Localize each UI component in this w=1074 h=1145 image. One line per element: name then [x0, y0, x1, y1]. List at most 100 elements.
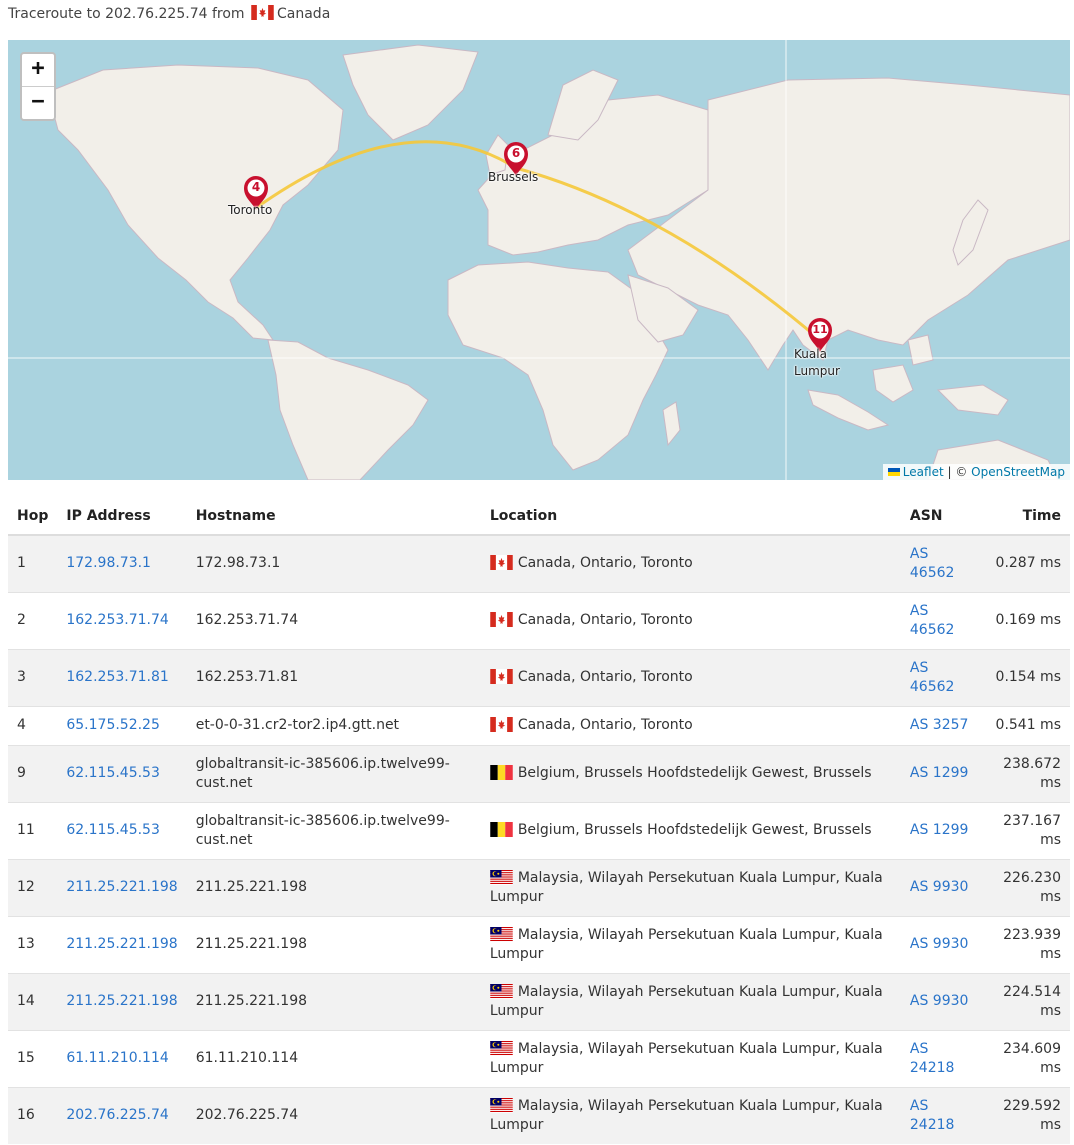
hostname: 211.25.221.198 — [186, 915, 481, 973]
belgium-flag-icon — [490, 822, 513, 837]
asn-link[interactable]: AS 24218 — [910, 1041, 955, 1076]
hop-time: 237.167 ms — [978, 801, 1070, 859]
asn-link[interactable]: AS 24218 — [910, 1098, 955, 1133]
table-row: 4 65.175.52.25 et-0-0-31.cr2-tor2.ip4.gtt.… — [8, 705, 1070, 745]
hop-number: 9 — [8, 744, 58, 802]
leaflet-link[interactable]: Leaflet — [903, 465, 944, 479]
column-header-ip: IP Address — [57, 498, 187, 536]
hops-table: Hop IP Address Hostname Location ASN Tim… — [8, 498, 1070, 1144]
canada-flag-icon — [490, 717, 513, 732]
route-map[interactable]: 4 6 11 Toronto Brussels Kuala Lumpur + −… — [8, 40, 1070, 480]
table-row: 16 202.76.225.74 202.76.225.74 Malaysia, Wi… — [8, 1086, 1070, 1144]
hop-time: 238.672 ms — [978, 744, 1070, 802]
asn-link[interactable]: AS 46562 — [910, 660, 955, 695]
location-text: Malaysia, Wilayah Persekutuan Kuala Lump… — [489, 869, 883, 905]
page-title: Traceroute to 202.76.225.74 from Canada — [8, 5, 330, 22]
ukraine-flag-icon — [887, 468, 900, 476]
attribution-separator: | © — [943, 465, 972, 479]
column-header-location: Location — [480, 498, 901, 536]
ip-address-link[interactable]: 211.25.221.198 — [66, 879, 177, 895]
location-text: Belgium, Brussels Hoofdstedelijk Gewest,… — [517, 822, 872, 838]
malaysia-flag-icon — [490, 1040, 513, 1056]
hostname: 162.253.71.81 — [186, 648, 481, 706]
column-header-hop: Hop — [8, 498, 58, 536]
location-cell: Malaysia, Wilayah Persekutuan Kuala Lump… — [480, 858, 901, 916]
malaysia-flag-icon — [490, 926, 513, 942]
table-row: 12 211.25.221.198 211.25.221.198 Malaysia, … — [8, 858, 1070, 916]
marker-number-kuala-lumpur: 11 — [812, 323, 828, 336]
hop-number: 13 — [8, 915, 58, 973]
asn-link[interactable]: AS 1299 — [910, 765, 969, 781]
ip-address-link[interactable]: 211.25.221.198 — [66, 993, 177, 1009]
location-text: Canada, Ontario, Toronto — [517, 555, 693, 572]
belgium-flag-icon — [490, 765, 513, 780]
hop-time: 234.609 ms — [978, 1029, 1070, 1087]
asn-link[interactable]: AS 3257 — [910, 717, 969, 733]
asn-link[interactable]: AS 46562 — [910, 603, 955, 638]
location-text: Canada, Ontario, Toronto — [517, 717, 693, 733]
ip-address-link[interactable]: 61.11.210.114 — [66, 1050, 168, 1066]
marker-label-brussels: Brussels — [488, 170, 539, 184]
table-row: 1 172.98.73.1 172.98.73.1 Canada, Ontario, … — [8, 534, 1070, 592]
world-map-background — [8, 40, 1070, 480]
hostname: 211.25.221.198 — [186, 972, 481, 1030]
hop-time: 229.592 ms — [978, 1086, 1070, 1144]
location-cell: Belgium, Brussels Hoofdstedelijk Gewest,… — [480, 744, 901, 802]
zoom-in-button[interactable]: + — [22, 54, 54, 86]
table-row: 9 62.115.45.53 globaltransit-ic-385606.ip.… — [8, 744, 1070, 802]
location-cell: Belgium, Brussels Hoofdstedelijk Gewest,… — [480, 801, 901, 859]
hostname: 202.76.225.74 — [186, 1086, 481, 1144]
hop-number: 12 — [8, 858, 58, 916]
table-row: 15 61.11.210.114 61.11.210.114 Malaysia, Wi… — [8, 1029, 1070, 1087]
ip-address-link[interactable]: 65.175.52.25 — [66, 717, 160, 733]
location-cell: Malaysia, Wilayah Persekutuan Kuala Lump… — [480, 1086, 901, 1144]
hop-number: 1 — [8, 534, 58, 592]
hop-number: 3 — [8, 648, 58, 706]
marker-label-kuala-lumpur: Kuala Lumpur — [794, 347, 840, 378]
ip-address-link[interactable]: 62.115.45.53 — [66, 822, 160, 838]
location-text: Malaysia, Wilayah Persekutuan Kuala Lump… — [489, 926, 883, 962]
hop-time: 223.939 ms — [978, 915, 1070, 973]
asn-link[interactable]: AS 9930 — [910, 879, 969, 895]
location-cell: Malaysia, Wilayah Persekutuan Kuala Lump… — [480, 915, 901, 973]
hostname: 61.11.210.114 — [186, 1029, 481, 1087]
location-text: Canada, Ontario, Toronto — [517, 612, 693, 628]
ip-address-link[interactable]: 162.253.71.74 — [66, 612, 168, 628]
hop-number: 14 — [8, 972, 58, 1030]
ip-address-link[interactable]: 172.98.73.1 — [66, 555, 151, 571]
location-text: Malaysia, Wilayah Persekutuan Kuala Lump… — [489, 983, 883, 1019]
ip-address-link[interactable]: 162.253.71.81 — [66, 669, 168, 685]
hop-time: 224.514 ms — [978, 972, 1070, 1030]
column-header-time: Time — [978, 498, 1070, 536]
location-text: Belgium, Brussels Hoofdstedelijk Gewest,… — [517, 765, 872, 781]
location-cell: Canada, Ontario, Toronto — [480, 648, 901, 706]
asn-link[interactable]: AS 9930 — [910, 993, 969, 1009]
openstreetmap-link[interactable]: OpenStreetMap — [971, 465, 1065, 479]
location-cell: Canada, Ontario, Toronto — [480, 705, 901, 745]
marker-label-toronto: Toronto — [228, 203, 273, 217]
hop-number: 15 — [8, 1029, 58, 1087]
hostname: 211.25.221.198 — [186, 858, 481, 916]
canada-flag-icon — [490, 555, 513, 571]
zoom-out-button[interactable]: − — [22, 86, 54, 119]
ip-address-link[interactable]: 62.115.45.53 — [66, 765, 160, 781]
hostname: et-0-0-31.cr2-tor2.ip4.gtt.net — [186, 705, 481, 745]
column-header-hostname: Hostname — [186, 498, 481, 536]
hostname: globaltransit-ic-385606.ip.twelve99-cust… — [186, 801, 481, 859]
table-row: 11 62.115.45.53 globaltransit-ic-385606.ip… — [8, 801, 1070, 859]
hop-time: 0.169 ms — [978, 591, 1070, 649]
malaysia-flag-icon — [490, 1097, 513, 1113]
asn-link[interactable]: AS 1299 — [910, 822, 969, 838]
hop-number: 4 — [8, 705, 58, 745]
malaysia-flag-icon — [490, 869, 513, 885]
malaysia-flag-icon — [490, 983, 513, 999]
ip-address-link[interactable]: 202.76.225.74 — [66, 1107, 168, 1123]
hop-time: 0.154 ms — [978, 648, 1070, 706]
location-cell: Malaysia, Wilayah Persekutuan Kuala Lump… — [480, 972, 901, 1030]
hop-time: 226.230 ms — [978, 858, 1070, 916]
hop-time: 0.541 ms — [978, 705, 1070, 745]
ip-address-link[interactable]: 211.25.221.198 — [66, 936, 177, 952]
asn-link[interactable]: AS 9930 — [910, 936, 969, 952]
asn-link[interactable]: AS 46562 — [910, 546, 955, 581]
location-text: Malaysia, Wilayah Persekutuan Kuala Lump… — [489, 1097, 883, 1133]
